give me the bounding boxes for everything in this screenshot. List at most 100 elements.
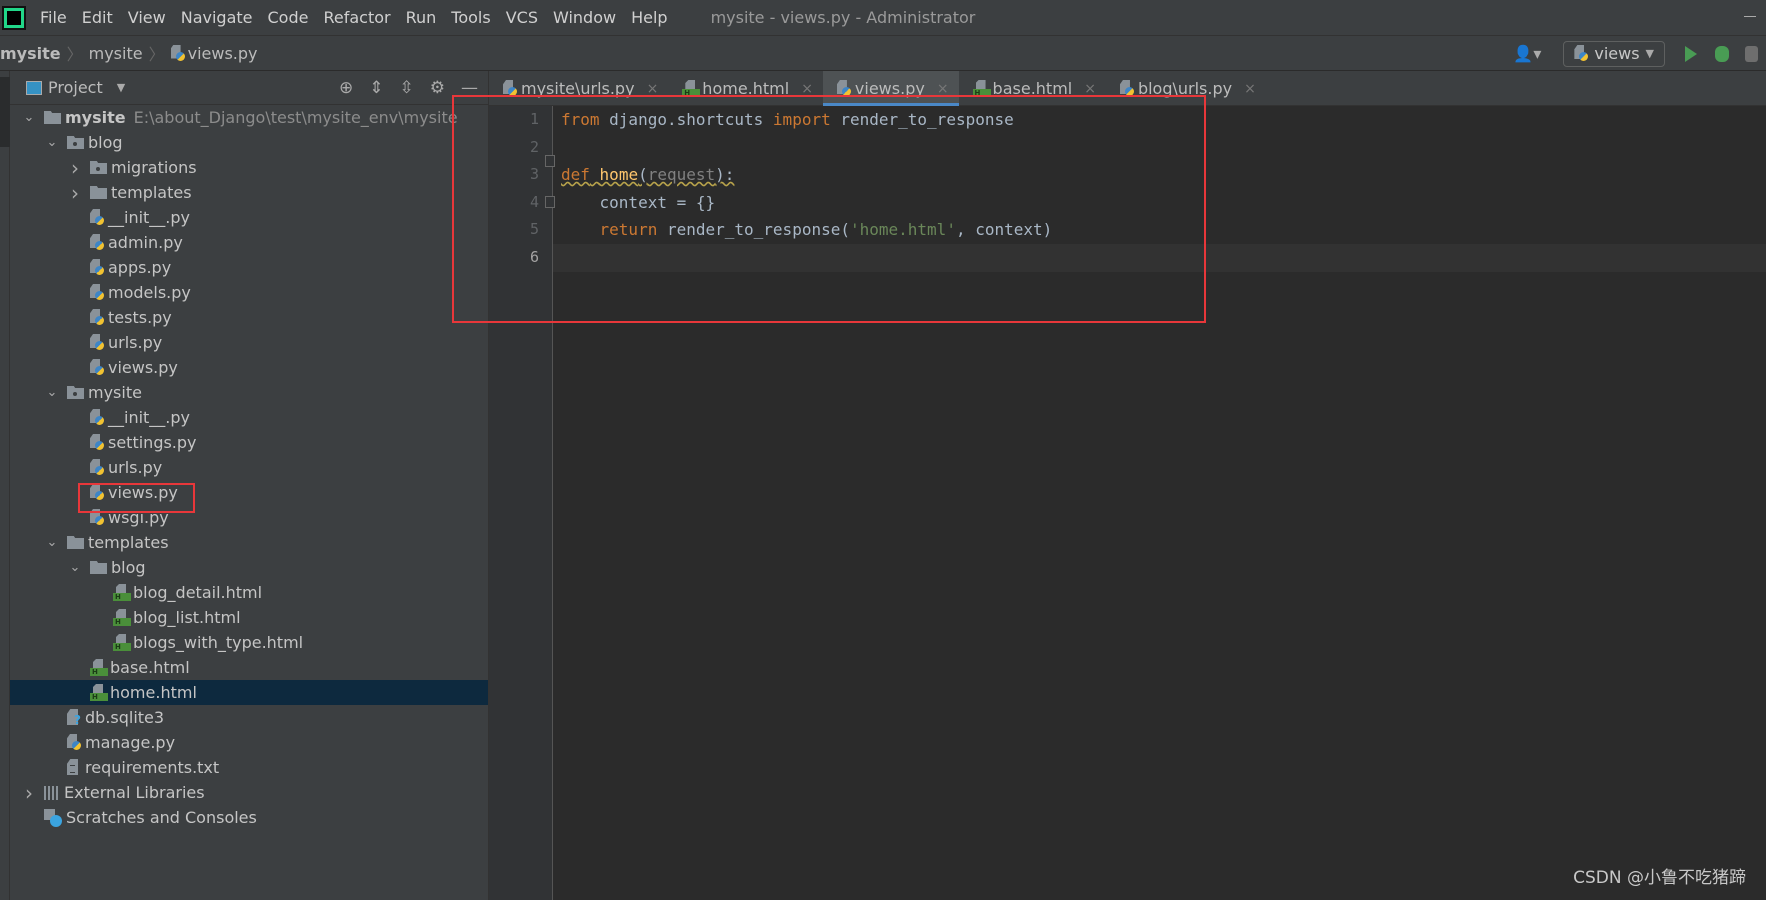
menu-item-edit[interactable]: Edit bbox=[82, 8, 113, 27]
tree-item[interactable]: models.py bbox=[10, 280, 488, 305]
tree-item[interactable]: base.html bbox=[10, 655, 488, 680]
python-icon bbox=[1574, 45, 1589, 62]
project-panel-title[interactable]: Project bbox=[48, 78, 103, 97]
run-icon[interactable] bbox=[1685, 45, 1697, 62]
editor-tabs: mysite\urls.py×home.html×views.py×base.h… bbox=[489, 71, 1766, 107]
chevron-down-icon[interactable]: ▼ bbox=[117, 81, 125, 94]
tree-item[interactable]: › External Libraries bbox=[10, 780, 488, 805]
code-token: ( bbox=[638, 165, 648, 184]
project-tree: ⌄ mysite E:\about_Django\test\mysite_env\m… bbox=[10, 105, 488, 830]
tree-item-label: views.py bbox=[108, 358, 178, 377]
tree-item[interactable]: __init__.py bbox=[10, 405, 488, 430]
breadcrumb-project[interactable]: mysite bbox=[0, 44, 61, 63]
text-file-icon bbox=[67, 759, 81, 776]
breadcrumb-folder[interactable]: mysite bbox=[89, 44, 143, 63]
project-tool-button[interactable] bbox=[0, 77, 10, 147]
menu-item-code[interactable]: Code bbox=[268, 8, 309, 27]
debug-icon[interactable] bbox=[1715, 45, 1729, 62]
menu-item-run[interactable]: Run bbox=[406, 8, 437, 27]
tree-item[interactable]: blogs_with_type.html bbox=[10, 630, 488, 655]
python-file-icon bbox=[90, 309, 104, 326]
chevron-down-icon[interactable]: ⌄ bbox=[45, 385, 59, 400]
chevron-right-icon[interactable]: › bbox=[68, 156, 82, 180]
expand-all-icon[interactable]: ⇕ bbox=[369, 78, 383, 98]
collapse-all-icon[interactable]: ⇳ bbox=[400, 78, 414, 98]
menu-item-navigate[interactable]: Navigate bbox=[181, 8, 253, 27]
tree-item[interactable]: Scratches and Consoles bbox=[10, 805, 488, 830]
user-icon[interactable]: 👤▾ bbox=[1513, 44, 1541, 63]
chevron-down-icon[interactable]: ⌄ bbox=[45, 135, 59, 150]
fold-start-icon[interactable] bbox=[545, 155, 555, 167]
editor-tab[interactable]: home.html × bbox=[668, 71, 823, 106]
chevron-down-icon[interactable]: ⌄ bbox=[45, 535, 59, 550]
close-tab-icon[interactable]: × bbox=[647, 81, 659, 97]
code-token: request bbox=[647, 165, 716, 184]
tree-item[interactable]: ⌄ blog bbox=[10, 130, 488, 155]
menu-item-view[interactable]: View bbox=[128, 8, 166, 27]
tree-item[interactable]: apps.py bbox=[10, 255, 488, 280]
tree-item[interactable]: blog_list.html bbox=[10, 605, 488, 630]
tree-item-label: blog bbox=[111, 558, 146, 577]
tree-item[interactable]: settings.py bbox=[10, 430, 488, 455]
tree-item[interactable]: __init__.py bbox=[10, 205, 488, 230]
tree-item[interactable]: manage.py bbox=[10, 730, 488, 755]
tree-item-label: urls.py bbox=[108, 458, 163, 477]
fold-end-icon[interactable] bbox=[545, 196, 555, 208]
tree-item[interactable]: db.sqlite3 bbox=[10, 705, 488, 730]
minimize-icon[interactable] bbox=[1744, 16, 1756, 17]
breadcrumb-file[interactable]: views.py bbox=[188, 44, 258, 63]
locate-icon[interactable]: ⊕ bbox=[339, 78, 353, 98]
gear-icon[interactable]: ⚙ bbox=[430, 78, 445, 98]
tree-item[interactable]: ⌄ mysite bbox=[10, 380, 488, 405]
tree-item[interactable]: › migrations bbox=[10, 155, 488, 180]
line-gutter: 1 2 3 4 5 6 bbox=[489, 106, 553, 900]
close-tab-icon[interactable]: × bbox=[1084, 81, 1096, 97]
menu-item-window[interactable]: Window bbox=[553, 8, 616, 27]
tree-item[interactable]: admin.py bbox=[10, 230, 488, 255]
chevron-right-icon[interactable]: › bbox=[22, 781, 36, 805]
chevron-right-icon[interactable]: › bbox=[68, 181, 82, 205]
editor-tab[interactable]: views.py × bbox=[822, 71, 959, 107]
tree-item[interactable]: › templates bbox=[10, 180, 488, 205]
menu-item-refactor[interactable]: Refactor bbox=[323, 8, 390, 27]
tree-item[interactable]: views.py bbox=[10, 355, 488, 380]
tree-item[interactable]: tests.py bbox=[10, 305, 488, 330]
chevron-down-icon[interactable]: ⌄ bbox=[22, 110, 36, 125]
editor-tab[interactable]: mysite\urls.py × bbox=[489, 71, 668, 106]
python-file-icon bbox=[90, 234, 104, 251]
tree-item[interactable]: wsgi.py bbox=[10, 505, 488, 530]
code-token: context = {} bbox=[561, 192, 716, 212]
menu-item-file[interactable]: File bbox=[40, 8, 67, 27]
html-file-icon bbox=[972, 80, 991, 97]
tree-item[interactable]: ⌄ mysite E:\about_Django\test\mysite_env\m… bbox=[10, 105, 488, 130]
editor-tab[interactable]: base.html × bbox=[959, 71, 1106, 106]
hide-icon[interactable]: — bbox=[461, 78, 478, 98]
python-file-icon bbox=[171, 45, 185, 62]
coverage-icon[interactable] bbox=[1745, 45, 1758, 62]
tree-item[interactable]: urls.py bbox=[10, 455, 488, 480]
tree-item[interactable]: urls.py bbox=[10, 330, 488, 355]
run-configuration-select[interactable]: views ▼ bbox=[1563, 40, 1665, 67]
tree-item[interactable]: ⌄ blog bbox=[10, 555, 488, 580]
menu-item-help[interactable]: Help bbox=[631, 8, 667, 27]
navigation-bar: mysite 〉 mysite 〉 views.py 👤▾ views ▼ bbox=[0, 36, 1766, 71]
code-content[interactable]: from django.shortcuts import render_to_r… bbox=[561, 106, 1052, 271]
tree-item[interactable]: requirements.txt bbox=[10, 755, 488, 780]
tree-item[interactable]: home.html bbox=[10, 680, 488, 705]
chevron-down-icon[interactable]: ⌄ bbox=[68, 560, 82, 575]
tree-item[interactable]: views.py bbox=[10, 480, 488, 505]
line-number: 1 bbox=[529, 110, 539, 128]
close-tab-icon[interactable]: × bbox=[801, 81, 813, 97]
code-editor[interactable]: 1 2 3 4 5 6 from django.shortcuts import rend… bbox=[489, 106, 1766, 900]
menu-item-tools[interactable]: Tools bbox=[451, 8, 490, 27]
close-tab-icon[interactable]: × bbox=[1244, 81, 1256, 97]
tree-item-label: blogs_with_type.html bbox=[133, 633, 304, 652]
python-file-icon bbox=[90, 284, 104, 301]
editor-tab[interactable]: blog\urls.py × bbox=[1106, 71, 1266, 106]
close-tab-icon[interactable]: × bbox=[937, 81, 949, 97]
menu-item-vcs[interactable]: VCS bbox=[506, 8, 538, 27]
tree-item-label: External Libraries bbox=[64, 783, 205, 802]
tree-item[interactable]: ⌄ templates bbox=[10, 530, 488, 555]
tree-item[interactable]: blog_detail.html bbox=[10, 580, 488, 605]
